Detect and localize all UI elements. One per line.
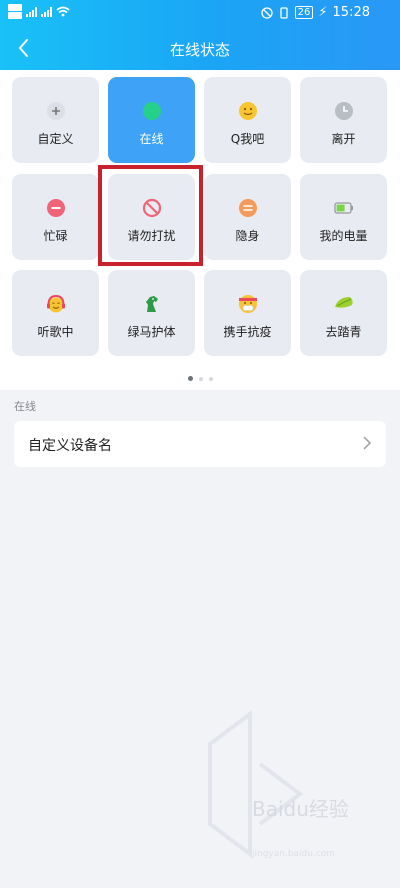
status-tile[interactable]: 离开 xyxy=(300,77,387,163)
charging-icon: ⚡ xyxy=(318,5,328,20)
status-tile[interactable]: 自定义 xyxy=(12,77,99,163)
status-tile[interactable]: Q我吧 xyxy=(204,77,291,163)
vibrate-icon xyxy=(280,6,288,19)
status-tile[interactable]: 请勿打扰 xyxy=(108,174,195,260)
page-dot xyxy=(208,376,213,381)
chevron-right-icon xyxy=(363,436,372,450)
clock-icon xyxy=(334,101,354,121)
status-tile[interactable]: 绿马护体 xyxy=(108,270,195,356)
status-tile-label: 离开 xyxy=(331,132,356,146)
plus-icon xyxy=(46,101,66,121)
silent-icon xyxy=(261,6,273,19)
status-tile[interactable]: 忙碌 xyxy=(12,174,99,260)
sim-icon xyxy=(8,4,22,19)
status-tile-label: 去踏青 xyxy=(325,325,362,339)
status-tile[interactable]: 在线 xyxy=(108,77,195,163)
minus-icon xyxy=(46,198,66,218)
battery-icon xyxy=(333,198,354,218)
leaf-hat-icon xyxy=(334,294,354,314)
status-tile-label: 自定义 xyxy=(37,132,74,146)
section-label: 在线 xyxy=(14,400,36,413)
status-tile[interactable]: 去踏青 xyxy=(300,270,387,356)
signal-icon-2 xyxy=(41,6,52,17)
wifi-icon xyxy=(56,6,70,17)
status-tile[interactable]: 听歌中 xyxy=(12,270,99,356)
status-tile-label: Q我吧 xyxy=(230,132,265,146)
page-title: 在线状态 xyxy=(169,41,230,59)
smile-emoji-icon xyxy=(238,101,258,121)
status-tile-label: 听歌中 xyxy=(37,325,74,339)
header-bar: 26 ⚡ 15:28 在线状态 xyxy=(0,0,400,70)
status-tile-label: 携手抗疫 xyxy=(223,325,272,339)
watermark-logo: Baidu经验 jingyan.baidu.com xyxy=(208,710,349,859)
page-dot-active xyxy=(187,376,193,381)
row-label: 自定义设备名 xyxy=(28,438,112,454)
status-tile[interactable]: 我的电量 xyxy=(300,174,387,260)
status-tile-label: 绿马护体 xyxy=(127,325,176,339)
do-not-disturb-icon xyxy=(142,198,162,218)
battery-level: 26 xyxy=(294,6,314,19)
status-tile-label: 我的电量 xyxy=(319,229,368,243)
custom-device-name-row[interactable]: 自定义设备名 xyxy=(14,421,386,467)
headphone-emoji-icon xyxy=(46,294,66,314)
signal-icon xyxy=(26,6,37,17)
mask-emoji-icon xyxy=(238,294,258,314)
green-horse-icon xyxy=(142,294,162,314)
watermark-text: Baidu经验 xyxy=(252,797,349,821)
status-tile-label: 忙碌 xyxy=(43,229,68,243)
status-grid-panel: 自定义 在线 Q我吧 离开忙碌 请勿打扰 隐身 我的电量听歌中 绿马护体 携手抗疫 去踏青 xyxy=(0,70,400,390)
status-tile-label: 在线 xyxy=(139,132,164,146)
status-tile[interactable]: 携手抗疫 xyxy=(204,270,291,356)
watermark-url: jingyan.baidu.com xyxy=(251,849,335,859)
status-bar: 26 ⚡ 15:28 xyxy=(0,0,400,26)
status-tile-label: 隐身 xyxy=(235,229,260,243)
status-tile[interactable]: 隐身 xyxy=(204,174,291,260)
status-tile-label: 请勿打扰 xyxy=(127,229,176,243)
page-dot xyxy=(198,376,203,381)
invisible-icon xyxy=(238,198,258,218)
online-dot-icon xyxy=(142,101,162,121)
page-indicator xyxy=(0,368,400,387)
clock-time: 15:28 xyxy=(332,5,370,20)
